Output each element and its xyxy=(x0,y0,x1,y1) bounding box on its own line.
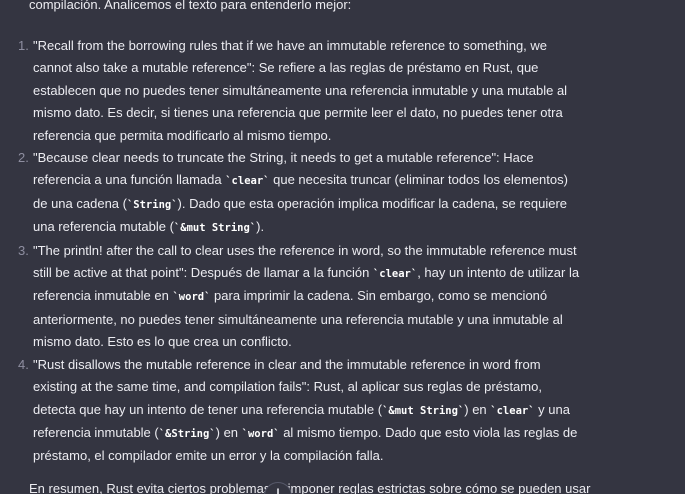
list-item: 2. "Because clear needs to truncate the S… xyxy=(18,147,585,240)
inline-code: `&mut String` xyxy=(382,404,465,417)
inline-code: `clear` xyxy=(225,175,270,188)
item-text: ). xyxy=(256,219,265,235)
inline-code: `clear` xyxy=(372,268,418,281)
inline-code: `&String` xyxy=(158,427,216,440)
item-text: ) en xyxy=(215,424,242,440)
intro-text: compilación. Analicemos el texto para en… xyxy=(29,0,352,12)
list-number: 4. xyxy=(18,356,29,372)
list-item: 3. "The println! after the call to clear … xyxy=(18,240,585,354)
inline-code: `String` xyxy=(126,198,178,211)
inline-code: `&mut String` xyxy=(173,222,257,235)
list-item: 1. "Recall from the borrowing rules that … xyxy=(18,35,585,147)
list-number: 1. xyxy=(18,38,29,53)
list-number: 2. xyxy=(18,150,29,166)
inline-code: `word` xyxy=(241,427,280,440)
item-text: "Recall from the borrowing rules that if… xyxy=(33,38,568,143)
inline-code: `clear` xyxy=(490,404,535,417)
explanation-list: 1. "Recall from the borrowing rules that … xyxy=(18,35,585,468)
inline-code: `word` xyxy=(172,291,211,304)
summary-text: En resumen, Rust evita ciertos problemas… xyxy=(29,481,591,494)
item-text: ) en xyxy=(464,401,491,417)
list-number: 3. xyxy=(18,242,29,258)
arrow-down-icon xyxy=(277,488,279,494)
list-item: 4. "Rust disallows the mutable reference … xyxy=(18,354,585,468)
